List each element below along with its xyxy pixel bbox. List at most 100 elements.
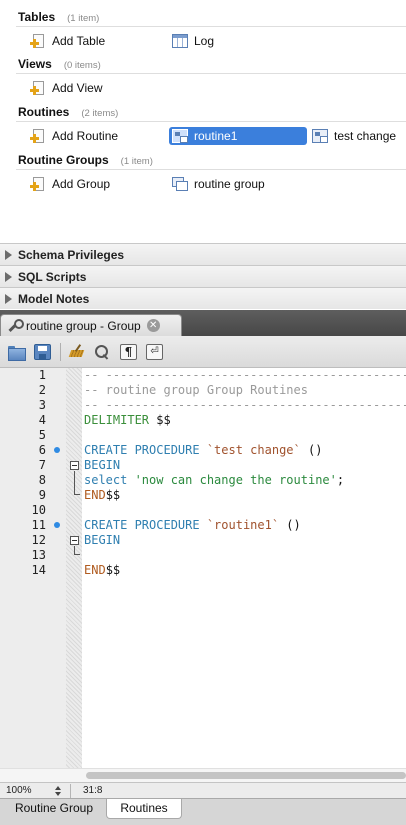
code-token: `routine1` [206, 518, 280, 532]
code-line: 9 END$$ [0, 488, 406, 503]
find-icon[interactable] [94, 344, 111, 360]
add-table-button[interactable]: Add Table [30, 32, 105, 50]
word-wrap-icon[interactable]: ⏎ [146, 344, 163, 360]
code-token: () [279, 518, 301, 532]
section-title: Views [18, 57, 52, 71]
code-line: 3 -- ------------------------------------… [0, 398, 406, 413]
horizontal-scrollbar[interactable] [0, 768, 406, 782]
save-icon[interactable] [34, 344, 51, 360]
code-text: -- routine group Group Routines [84, 383, 308, 398]
line-number: 1 [38, 368, 46, 382]
bottom-tab-bar: Routine Group Routines [0, 798, 406, 825]
routine-item-test-change[interactable]: test change [312, 127, 396, 145]
code-token: BEGIN [84, 533, 121, 547]
routine-icon [312, 129, 328, 143]
code-line: 1 -- ------------------------------------… [0, 368, 406, 383]
cursor-position: 31:8 [83, 785, 103, 796]
code-editor[interactable]: 1 -- ------------------------------------… [0, 368, 406, 768]
code-token: CREATE PROCEDURE [84, 518, 207, 532]
panel-schema-privileges[interactable]: Schema Privileges [0, 243, 406, 265]
add-routine-label: Add Routine [52, 129, 119, 143]
line-number: 10 [31, 503, 46, 517]
panel-sql-scripts[interactable]: SQL Scripts [0, 265, 406, 287]
code-token: `test change` [206, 443, 301, 457]
table-icon [172, 34, 188, 48]
add-group-button[interactable]: Add Group [30, 175, 110, 193]
table-item-log[interactable]: Log [172, 32, 214, 50]
routine-group-icon [172, 177, 188, 191]
code-token: -- routine group Group Routines [84, 383, 308, 397]
routine-group-label: routine group [194, 177, 265, 191]
add-view-button[interactable]: Add View [30, 79, 102, 97]
code-token: END [84, 488, 106, 502]
code-line: 6 CREATE PROCEDURE `test change` () [0, 443, 406, 458]
code-line: 12 BEGIN [0, 533, 406, 548]
code-line: 8 select 'now can change the routine'; [0, 473, 406, 488]
add-table-label: Add Table [52, 34, 106, 48]
tab-routine-group[interactable]: routine group - Group ✕ [0, 314, 182, 336]
line-number: 7 [38, 458, 46, 472]
status-bar: 100% 31:8 [0, 782, 406, 798]
add-group-label: Add Group [52, 177, 111, 191]
code-line: 2 -- routine group Group Routines [0, 383, 406, 398]
add-routine-button[interactable]: Add Routine [30, 127, 118, 145]
code-text: DELIMITER $$ [84, 413, 171, 428]
line-number: 12 [31, 533, 46, 547]
line-number: 8 [38, 473, 46, 487]
divider [16, 26, 406, 27]
code-line: 14 END$$ [0, 563, 406, 578]
status-separator [70, 783, 71, 798]
statement-marker-icon [54, 522, 60, 528]
disclosure-triangle-icon [5, 293, 12, 304]
code-text: -- -------------------------------------… [84, 368, 406, 383]
section-count: (2 items) [81, 108, 119, 119]
routine-group-item[interactable]: routine group [172, 175, 265, 193]
line-number: 11 [31, 518, 46, 532]
disclosure-triangle-icon [5, 249, 12, 260]
add-item-icon [30, 33, 46, 49]
code-token: select [84, 473, 135, 487]
close-icon[interactable]: ✕ [146, 319, 160, 332]
zoom-stepper-icon[interactable] [54, 785, 62, 797]
routine-groups-header: Routine Groups (1 item) [18, 153, 153, 169]
line-number: 9 [38, 488, 46, 502]
divider [16, 121, 406, 122]
scrollbar-thumb[interactable] [86, 772, 406, 779]
line-number: 13 [31, 548, 46, 562]
line-number: 4 [38, 413, 46, 427]
code-token: END [84, 563, 106, 577]
routine-item-routine1[interactable]: routine1 [169, 127, 307, 145]
panel-label: SQL Scripts [18, 269, 87, 284]
zoom-level[interactable]: 100% [6, 785, 54, 796]
section-count: (1 item) [67, 13, 100, 24]
code-token: -- -------------------------------------… [84, 368, 406, 382]
line-number: 2 [38, 383, 46, 397]
section-title: Routines [18, 105, 70, 119]
pilcrow-icon[interactable]: ¶ [120, 344, 137, 360]
panel-label: Model Notes [18, 291, 90, 306]
tab-routine-group-editor[interactable]: Routine Group [4, 799, 104, 819]
add-item-icon [30, 176, 46, 192]
beautify-broom-icon[interactable] [68, 344, 85, 360]
panel-label: Schema Privileges [18, 247, 125, 262]
line-number: 3 [38, 398, 46, 412]
code-line: 5 [0, 428, 406, 443]
section-count: (0 items) [63, 60, 101, 71]
add-item-icon [30, 128, 46, 144]
views-header: Views (0 items) [18, 57, 101, 73]
tab-routines[interactable]: Routines [106, 799, 182, 819]
divider [16, 169, 406, 170]
add-item-icon [30, 80, 46, 96]
divider [16, 73, 406, 74]
editor-tab-strip: routine group - Group ✕ [0, 310, 406, 336]
code-text: BEGIN [84, 533, 120, 548]
panel-model-notes[interactable]: Model Notes [0, 287, 406, 309]
routines-header: Routines (2 items) [18, 105, 118, 121]
code-line: 11 CREATE PROCEDURE `routine1` () [0, 518, 406, 533]
code-text: BEGIN [84, 458, 120, 473]
section-title: Tables [18, 10, 56, 24]
code-line: 13 [0, 548, 406, 563]
code-text: END$$ [84, 563, 120, 578]
code-token: DELIMITER [84, 413, 157, 427]
open-folder-icon[interactable] [8, 344, 26, 361]
